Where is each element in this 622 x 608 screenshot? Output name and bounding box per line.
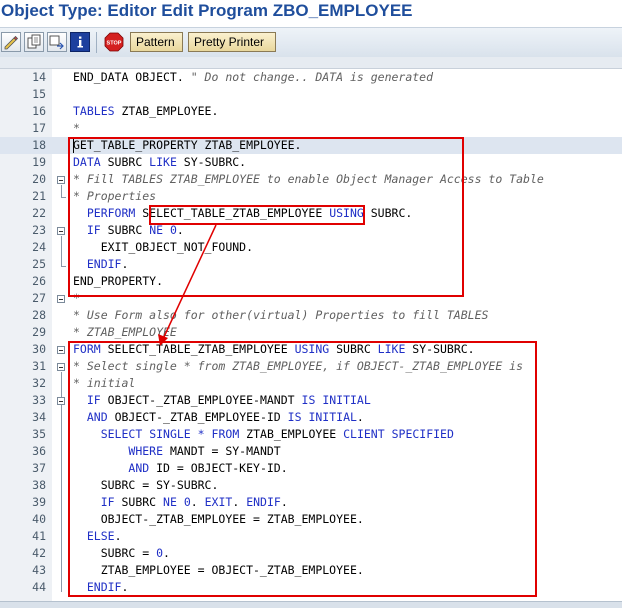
pretty-printer-button[interactable]: Pretty Printer [188, 32, 276, 52]
application-toolbar: STOP Pattern Pretty Printer [0, 27, 622, 58]
edit-pencil-icon[interactable] [1, 32, 21, 52]
svg-text:STOP: STOP [107, 41, 122, 47]
display-change-icon[interactable] [24, 32, 44, 52]
navigate-icon[interactable] [47, 32, 67, 52]
toolbar-separator [96, 32, 97, 53]
info-icon[interactable] [70, 32, 90, 52]
abap-code-editor[interactable]: 14 END_DATA OBJECT. " Do not change.. DAT… [0, 57, 622, 608]
annotation-arrow [158, 224, 217, 346]
pattern-button[interactable]: Pattern [130, 32, 183, 52]
stop-icon[interactable]: STOP [104, 32, 124, 52]
window-title: Object Type: Editor Edit Program ZBO_EMP… [0, 0, 622, 24]
